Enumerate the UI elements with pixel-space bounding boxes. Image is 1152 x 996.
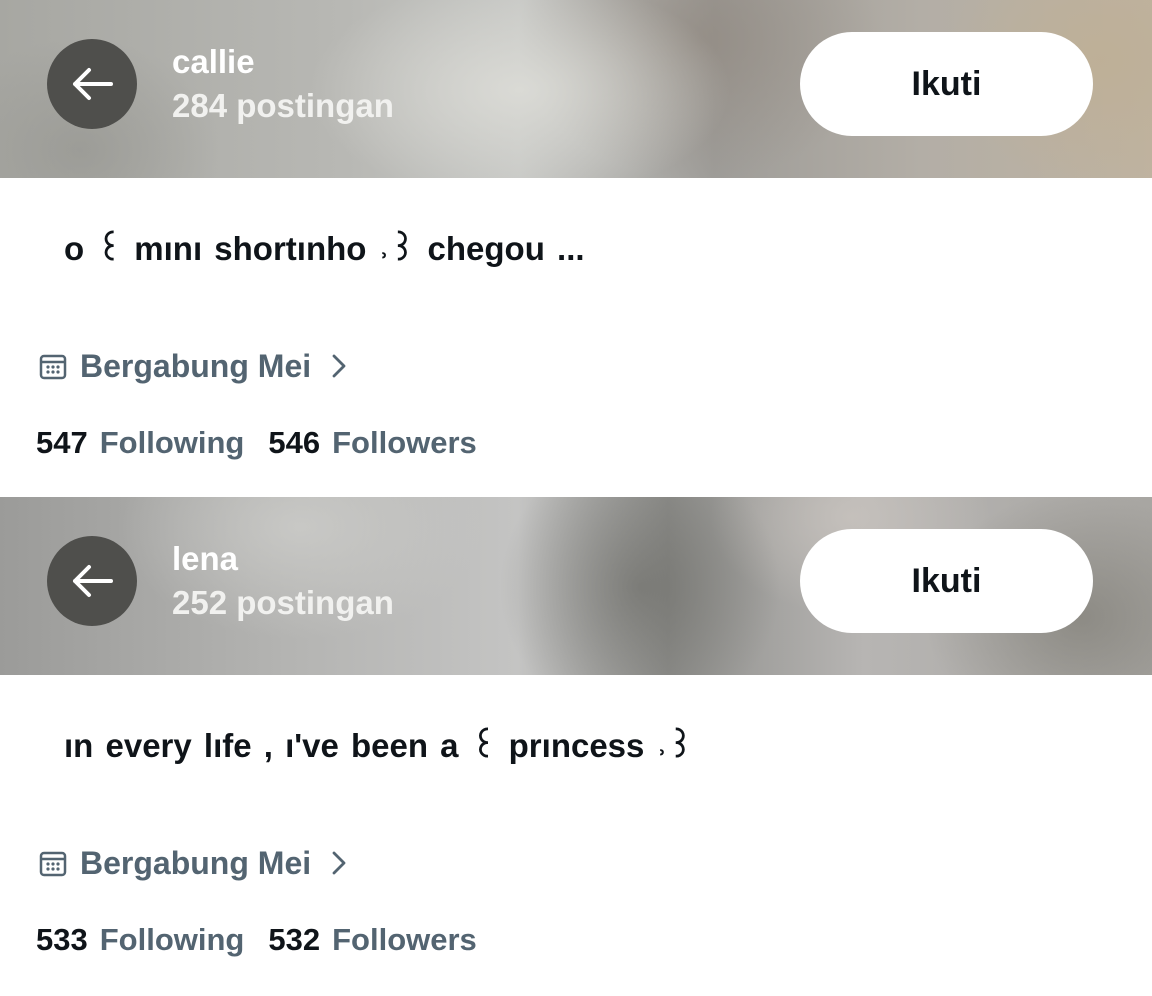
profile-name: lena — [172, 540, 239, 577]
followers-link[interactable]: 546 Followers — [268, 425, 476, 461]
back-button[interactable] — [47, 536, 137, 626]
follow-button[interactable]: Ikuti — [800, 32, 1093, 136]
profile-banner: callie 284 postingan Ikuti — [0, 0, 1152, 178]
profile-bio: ın every lıfe , ı've been a ꒰ prıncess ˒… — [64, 727, 694, 764]
chevron-right-icon — [332, 354, 346, 378]
follow-stats: 547 Following 546 Followers — [36, 422, 501, 464]
arrow-left-icon — [73, 565, 113, 597]
following-link[interactable]: 547 Following — [36, 425, 244, 461]
back-button[interactable] — [47, 39, 137, 129]
following-count: 533 — [36, 922, 88, 957]
followers-link[interactable]: 532 Followers — [268, 922, 476, 958]
calendar-icon — [39, 354, 67, 380]
joined-date-link[interactable]: Bergabung Mei — [38, 843, 349, 883]
followers-label: Followers — [332, 425, 477, 460]
profile-name: callie — [172, 43, 255, 80]
following-link[interactable]: 533 Following — [36, 922, 244, 958]
profile-banner: lena 252 postingan Ikuti — [0, 497, 1152, 675]
arrow-left-icon — [73, 68, 113, 100]
profile-bio: o ꒰ mını shortınho ˒꒱ chegou ... — [64, 230, 585, 267]
profile-header-lena: lena 252 postingan Ikuti ın every lıfe ,… — [0, 497, 1152, 996]
followers-label: Followers — [332, 922, 477, 957]
joined-date-link[interactable]: Bergabung Mei — [38, 346, 349, 386]
followers-count: 532 — [268, 922, 321, 957]
post-count: 284 postingan — [172, 87, 394, 124]
following-label: Following — [99, 922, 245, 957]
joined-label: Bergabung Mei — [80, 844, 312, 881]
profile-header-callie: callie 284 postingan Ikuti o ꒰ mını shor… — [0, 0, 1152, 497]
post-count: 252 postingan — [172, 584, 394, 621]
following-count: 547 — [36, 425, 88, 460]
following-label: Following — [99, 425, 245, 460]
chevron-right-icon — [332, 851, 346, 875]
joined-label: Bergabung Mei — [80, 347, 312, 384]
calendar-icon — [39, 851, 67, 877]
follow-stats: 533 Following 532 Followers — [36, 919, 501, 961]
followers-count: 546 — [268, 425, 321, 460]
follow-button[interactable]: Ikuti — [800, 529, 1093, 633]
